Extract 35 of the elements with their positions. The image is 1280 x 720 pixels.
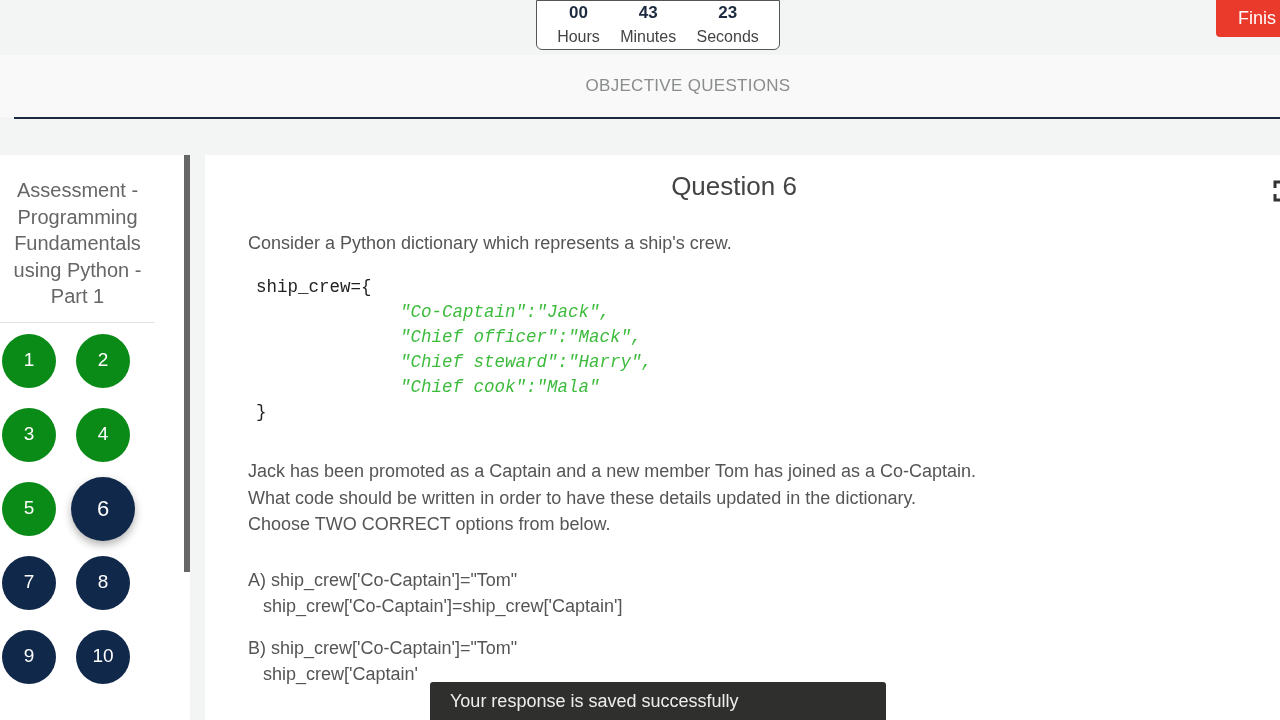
scrollbar[interactable] [184, 155, 190, 572]
code-line: ship_crew={ [256, 276, 373, 300]
timer-value: 23 [718, 3, 738, 23]
question-title: Question 6 [671, 171, 797, 203]
timer-unit: Minutes [620, 27, 677, 47]
question-number-button[interactable]: 6 [71, 476, 135, 541]
question-text: Jack has been promoted as a Captain and a new member Tom has joined as a Co-Captain. What code should be written in order to have these details updated in the dictionary. Choose TWO CORRECT options from below. [248, 460, 978, 537]
code-line: "Chief cook":"Mala" [399, 376, 601, 400]
section-title: OBJECTIVE QUESTIONS [585, 75, 791, 98]
question-number-button[interactable]: 5 [2, 481, 56, 536]
option-text: ship_crew['Co-Captain']=ship_crew['Captain'] [262, 595, 624, 619]
code-line: "Co-Captain":"Jack", [399, 301, 612, 325]
question-number-button[interactable]: 8 [76, 555, 130, 610]
finish-button[interactable]: Finis [1216, 0, 1280, 37]
assessment-title: Assessment - Programming Fundamentals using Python - Part 1 [0, 155, 155, 323]
timer-unit: Hours [557, 27, 600, 47]
question-intro: Consider a Python dictionary which represents a ship's crew. [248, 232, 733, 256]
option-text: B) ship_crew['Co-Captain']="Tom" [248, 636, 519, 661]
option-text: ship_crew['Captain' [262, 663, 419, 687]
code-line: } [256, 401, 268, 425]
question-number-button[interactable]: 2 [76, 333, 130, 388]
timer-value: 43 [638, 3, 658, 23]
code-line: "Chief officer":"Mack", [399, 326, 643, 350]
question-number-button[interactable]: 4 [76, 407, 130, 462]
fullscreen-icon[interactable] [1272, 180, 1280, 202]
question-number-button[interactable]: 7 [2, 555, 56, 610]
timer-unit: Seconds [696, 27, 759, 47]
timer-value: 00 [569, 3, 588, 23]
toast-message: Your response is saved successfully [430, 682, 886, 720]
question-number-button[interactable]: 3 [2, 407, 56, 462]
question-number-button[interactable]: 1 [2, 333, 56, 388]
question-number-button[interactable]: 9 [2, 629, 56, 684]
option-text: A) ship_crew['Co-Captain']="Tom" [248, 568, 519, 593]
code-line: "Chief steward":"Harry", [399, 351, 654, 375]
question-number-button[interactable]: 10 [76, 629, 130, 684]
